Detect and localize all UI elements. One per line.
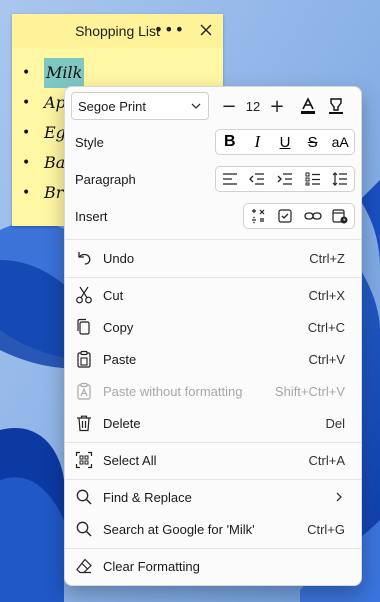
strikethrough-icon[interactable]: S <box>299 130 327 154</box>
insert-row: Insert <box>71 201 355 231</box>
find-replace-menu-item[interactable]: Find & Replace <box>65 481 361 513</box>
clipboard-icon <box>75 350 93 368</box>
cut-menu-item[interactable]: Cut Ctrl+X <box>65 279 361 311</box>
paragraph-row: Paragraph <box>71 164 355 194</box>
menu-divider <box>65 442 361 443</box>
chevron-down-icon <box>190 100 202 112</box>
chevron-right-icon <box>333 491 345 503</box>
line-spacing-icon[interactable] <box>326 167 354 191</box>
menu-divider <box>65 239 361 240</box>
search-icon <box>75 520 93 538</box>
select-all-menu-item[interactable]: Select All Ctrl+A <box>65 444 361 476</box>
font-toolbar: Segoe Print − 12 + <box>71 91 355 121</box>
paste-plain-text-icon <box>75 382 93 400</box>
font-size-value: 12 <box>245 98 261 114</box>
trash-icon <box>75 414 93 432</box>
undo-menu-item[interactable]: Undo Ctrl+Z <box>65 242 361 274</box>
copy-menu-item[interactable]: Copy Ctrl+C <box>65 311 361 343</box>
style-label: Style <box>75 134 104 150</box>
text-color-icon[interactable] <box>295 94 321 118</box>
insert-toolbar <box>243 203 355 229</box>
undo-icon <box>75 249 93 267</box>
increase-indent-icon[interactable] <box>271 167 299 191</box>
paragraph-label: Paragraph <box>75 171 136 187</box>
style-toolbar: B I U S aA <box>215 129 355 155</box>
change-case-icon[interactable]: aA <box>326 130 354 154</box>
select-all-icon <box>75 451 93 469</box>
align-left-icon[interactable] <box>216 167 244 191</box>
scissors-icon <box>75 286 93 304</box>
search-google-menu-item[interactable]: Search at Google for 'Milk' Ctrl+G <box>65 513 361 545</box>
paste-menu-item[interactable]: Paste Ctrl+V <box>65 343 361 375</box>
selected-text[interactable]: Milk <box>44 58 85 88</box>
insert-symbols-icon[interactable] <box>244 204 272 228</box>
style-row: Style B I U S aA <box>71 127 355 157</box>
paragraph-toolbar <box>215 166 355 192</box>
more-options-icon[interactable]: ••• <box>154 20 185 39</box>
insert-label: Insert <box>75 208 108 224</box>
font-size-stepper: − 12 + <box>219 96 287 117</box>
font-family-select[interactable]: Segoe Print <box>71 92 209 120</box>
decrease-font-size-button[interactable]: − <box>219 96 239 117</box>
note-header[interactable]: Shopping List ••• <box>12 14 223 48</box>
font-family-value: Segoe Print <box>78 98 146 114</box>
insert-date-time-icon[interactable] <box>327 204 355 228</box>
note-title: Shopping List <box>75 23 160 39</box>
decrease-indent-icon[interactable] <box>244 167 272 191</box>
bulleted-list-icon[interactable] <box>299 167 327 191</box>
copy-icon <box>75 318 93 336</box>
checkbox-icon[interactable] <box>272 204 300 228</box>
underline-icon[interactable]: U <box>271 130 299 154</box>
delete-menu-item[interactable]: Delete Del <box>65 407 361 439</box>
close-icon[interactable] <box>197 21 215 39</box>
menu-divider <box>65 548 361 549</box>
italic-icon[interactable]: I <box>244 130 272 154</box>
link-icon[interactable] <box>299 204 327 228</box>
eraser-icon <box>75 557 93 575</box>
menu-divider <box>65 277 361 278</box>
list-item[interactable]: • Milk <box>22 58 85 88</box>
increase-font-size-button[interactable]: + <box>267 96 287 117</box>
paste-without-formatting-menu-item[interactable]: Paste without formatting Shift+Ctrl+V <box>65 375 361 407</box>
clear-formatting-menu-item[interactable]: Clear Formatting <box>65 550 361 582</box>
highlight-icon[interactable] <box>323 94 349 118</box>
menu-divider <box>65 479 361 480</box>
bold-icon[interactable]: B <box>216 130 244 154</box>
context-menu: Segoe Print − 12 + Style B I U S aA Para… <box>64 86 362 586</box>
search-icon <box>75 488 93 506</box>
